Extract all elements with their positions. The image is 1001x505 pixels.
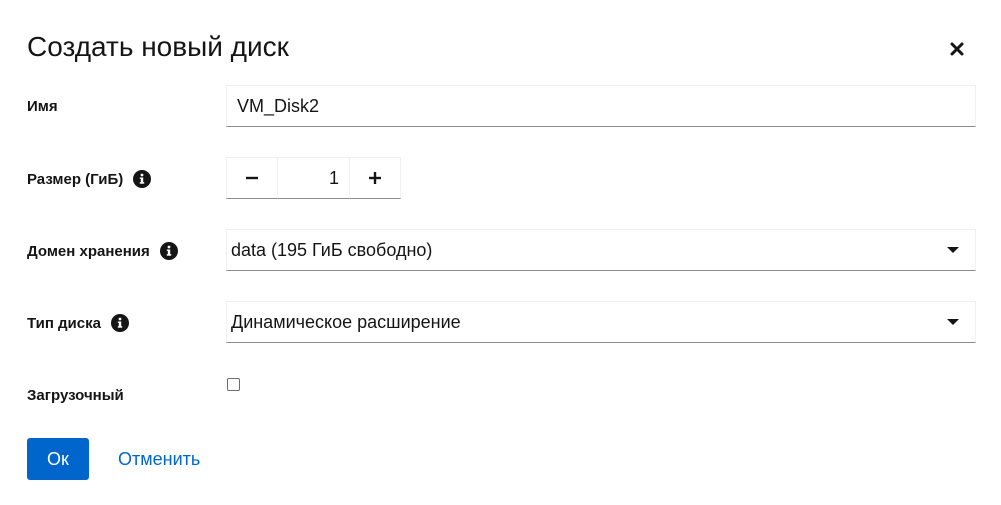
caret-down-icon <box>947 247 959 253</box>
disk-type-select[interactable]: Динамическое расширение <box>226 301 976 343</box>
increment-button[interactable] <box>349 157 401 199</box>
disk-type-label-row: Тип диска <box>27 312 129 334</box>
disk-type-selected: Динамическое расширение <box>231 311 461 332</box>
name-label: Имя <box>27 97 58 115</box>
ok-button[interactable]: Ок <box>27 438 89 480</box>
size-label-row: Размер (ГиБ) <box>27 168 152 190</box>
dialog-title: Создать новый диск <box>27 31 289 62</box>
info-icon[interactable] <box>133 170 152 188</box>
storage-domain-label: Домен хранения <box>27 242 150 260</box>
storage-domain-label-row: Домен хранения <box>27 240 178 262</box>
info-icon[interactable] <box>110 314 129 332</box>
storage-domain-selected: data (195 ГиБ свободно) <box>231 239 433 260</box>
info-icon[interactable] <box>159 242 178 260</box>
bootable-label: Загрузочный <box>27 386 124 404</box>
name-label-row: Имя <box>27 95 58 117</box>
size-value-input[interactable] <box>278 157 349 199</box>
cancel-button[interactable]: Отменить <box>118 438 200 480</box>
close-icon <box>950 42 964 56</box>
disk-type-label: Тип диска <box>27 314 101 332</box>
name-input[interactable] <box>226 85 976 127</box>
size-stepper <box>226 157 401 199</box>
create-disk-dialog: Создать новый диск Имя Размер (ГиБ) <box>0 0 1001 505</box>
size-label: Размер (ГиБ) <box>27 170 124 188</box>
caret-down-icon <box>947 319 959 325</box>
plus-icon <box>369 172 381 184</box>
decrement-button[interactable] <box>226 157 278 199</box>
bootable-checkbox[interactable] <box>227 378 240 391</box>
close-button[interactable] <box>944 36 970 62</box>
storage-domain-select[interactable]: data (195 ГиБ свободно) <box>226 229 976 271</box>
minus-icon <box>246 176 258 180</box>
bootable-label-row: Загрузочный <box>27 384 124 406</box>
